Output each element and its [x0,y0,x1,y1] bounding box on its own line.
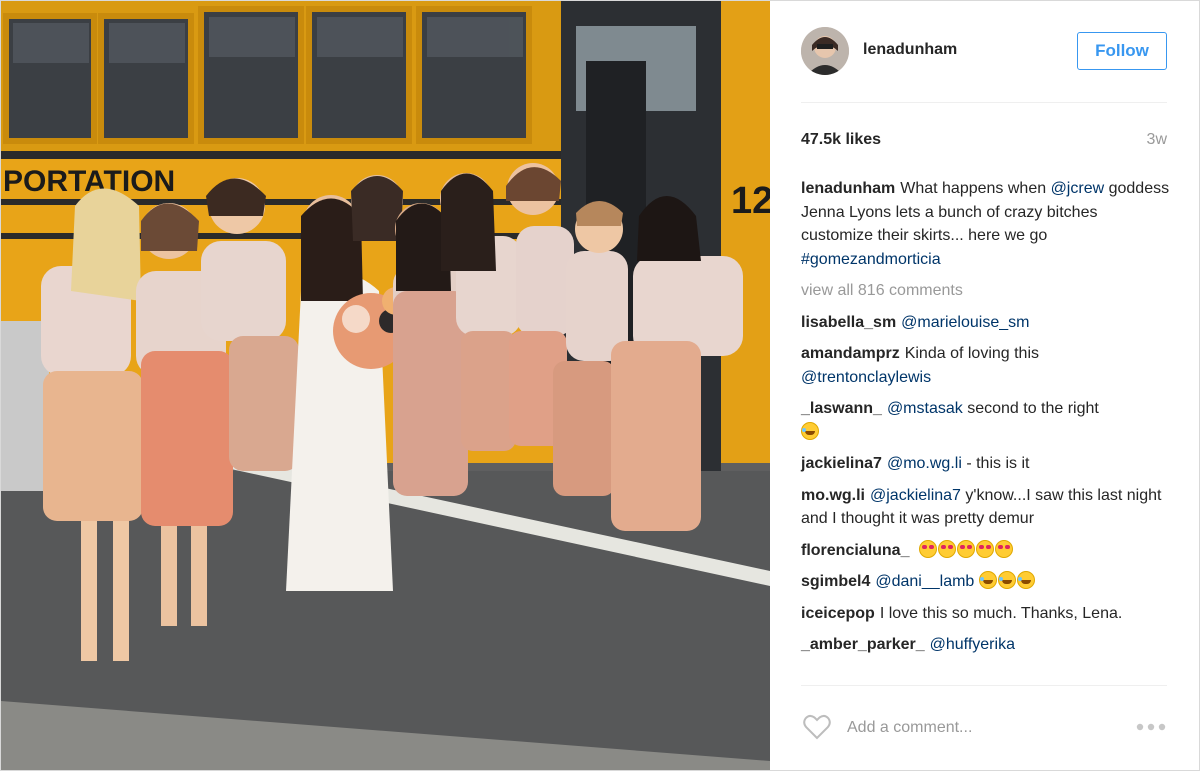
post-photo[interactable]: PORTATION 12 [1,1,770,770]
comment-text: Kinda of loving this [904,345,1040,362]
comment-username[interactable]: sgimbel4 [801,573,870,590]
comment: florencialuna_ [801,539,1173,563]
heart-eyes-emoji-icon [956,539,975,558]
comment: sgimbel4 @dani__lamb [801,570,1173,594]
comment: amandamprz Kinda of loving this @trentonc… [801,342,1173,389]
add-comment-input[interactable] [845,715,1119,741]
comment-username[interactable]: _laswann_ [801,400,882,417]
comment-text: - this is it [966,455,1030,472]
post-time[interactable]: 3w [1147,131,1167,149]
post-sidebar: lenadunham Follow 47.5k likes 3w lenadun… [771,1,1199,770]
post-username[interactable]: lenadunham [863,41,957,59]
laughing-emoji-icon [997,571,1016,589]
mention-link[interactable]: @mstasak [887,400,963,417]
comment-text: second to the right [967,400,1099,417]
comment: lisabella_sm @marielouise_sm [801,311,1173,335]
mention-link[interactable]: @mo.wg.li [887,455,962,472]
comment-username[interactable]: jackielina7 [801,455,882,472]
laughing-emoji-icon [801,421,819,440]
mention-link[interactable]: @huffyerika [930,636,1015,653]
comment-text: I love this so much. Thanks, Lena. [879,604,1123,622]
follow-button[interactable]: Follow [1077,32,1167,70]
mention-link[interactable]: @dani__lamb [875,573,974,590]
comment-username[interactable]: _amber_parker_ [801,636,925,653]
header-divider [801,102,1167,103]
mention-link[interactable]: @jackielina7 [870,487,961,504]
add-comment-row [801,701,1167,753]
comment-username[interactable]: iceicepop [801,605,875,622]
comment: _amber_parker_ @huffyerika [801,633,1173,657]
comments-divider [801,685,1167,686]
svg-text:12: 12 [731,180,770,222]
comment-username[interactable]: lenadunham [801,180,895,197]
comment: _laswann_ @mstasak second to the right [801,397,1173,444]
heart-eyes-emoji-icon [918,539,937,558]
comment-username[interactable]: amandamprz [801,345,900,362]
view-all-comments[interactable]: view all 816 comments [801,279,1173,303]
laughing-emoji-icon [1016,571,1035,589]
caption: lenadunham What happens when @jcrew godde… [801,180,1170,268]
comment: jackielina7 @mo.wg.li - this is it [801,452,1173,476]
comment-username[interactable]: lisabella_sm [801,314,896,331]
comment: mo.wg.li @jackielina7 y'know...I saw this… [801,484,1173,531]
avatar[interactable] [801,27,849,75]
comment-username[interactable]: mo.wg.li [801,487,865,504]
mention-link[interactable]: @marielouise_sm [901,314,1029,331]
hashtag-link[interactable]: #gomezandmorticia [801,251,941,268]
comment-username[interactable]: florencialuna_ [801,542,909,559]
likes-count[interactable]: 47.5k likes [801,131,881,149]
comment: iceicepop I love this so much. Thanks, Le… [801,602,1173,626]
heart-outline-icon[interactable] [801,711,833,743]
heart-eyes-emoji-icon [975,539,994,558]
comments-list: lenadunham What happens when @jcrew godde… [801,177,1173,665]
laughing-emoji-icon [978,571,997,589]
mention-link[interactable]: @trentonclaylewis [801,369,931,386]
post-header: lenadunham Follow [801,25,1167,79]
heart-eyes-emoji-icon [937,539,956,558]
post-window: PORTATION 12 lenadunham Follow 47.5k lik… [0,0,1200,771]
mention-link[interactable]: @jcrew [1051,180,1105,197]
photo-illustration: PORTATION 12 [1,1,770,770]
heart-eyes-emoji-icon [994,539,1013,558]
more-options-icon[interactable] [1135,723,1167,731]
avatar-image [801,27,849,75]
